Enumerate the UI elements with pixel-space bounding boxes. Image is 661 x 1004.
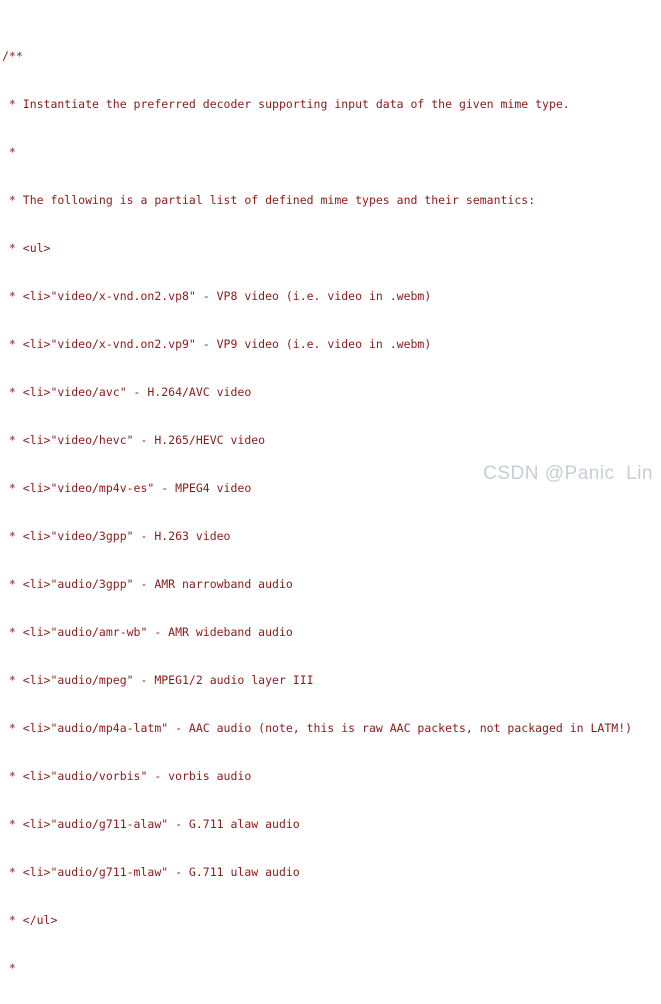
javadoc-line: * <li>"video/x-vnd.on2.vp9" - VP9 video … — [2, 337, 432, 351]
javadoc-line: * <li>"video/x-vnd.on2.vp8" - VP8 video … — [2, 289, 432, 303]
javadoc-line: * <li>"audio/3gpp" - AMR narrowband audi… — [2, 577, 293, 591]
javadoc-line: * <li>"audio/amr-wb" - AMR wideband audi… — [2, 625, 293, 639]
javadoc-line: * — [2, 961, 16, 975]
javadoc-line: * <li>"audio/mp4a-latm" - AAC audio (not… — [2, 721, 633, 735]
javadoc-line: * <li>"video/avc" - H.264/AVC video — [2, 385, 252, 399]
code-editor-pane[interactable]: /** * Instantiate the preferred decoder … — [0, 0, 661, 975]
javadoc-line: * <li>"video/3gpp" - H.263 video — [2, 529, 231, 543]
javadoc-line: * <ul> — [2, 241, 51, 255]
javadoc-line: * Instantiate the preferred decoder supp… — [2, 97, 570, 111]
javadoc-line: * <li>"audio/vorbis" - vorbis audio — [2, 769, 252, 783]
javadoc-line: * <li>"video/hevc" - H.265/HEVC video — [2, 433, 266, 447]
javadoc-line: * The following is a partial list of def… — [2, 193, 536, 207]
javadoc-line: * <li>"video/mp4v-es" - MPEG4 video — [2, 481, 252, 495]
javadoc-line: * — [2, 145, 16, 159]
javadoc-line: /** — [2, 49, 23, 63]
javadoc-line: * <li>"audio/g711-alaw" - G.711 alaw aud… — [2, 817, 300, 831]
javadoc-line: * <li>"audio/mpeg" - MPEG1/2 audio layer… — [2, 673, 314, 687]
javadoc-line: * </ul> — [2, 913, 58, 927]
javadoc-line: * <li>"audio/g711-mlaw" - G.711 ulaw aud… — [2, 865, 300, 879]
